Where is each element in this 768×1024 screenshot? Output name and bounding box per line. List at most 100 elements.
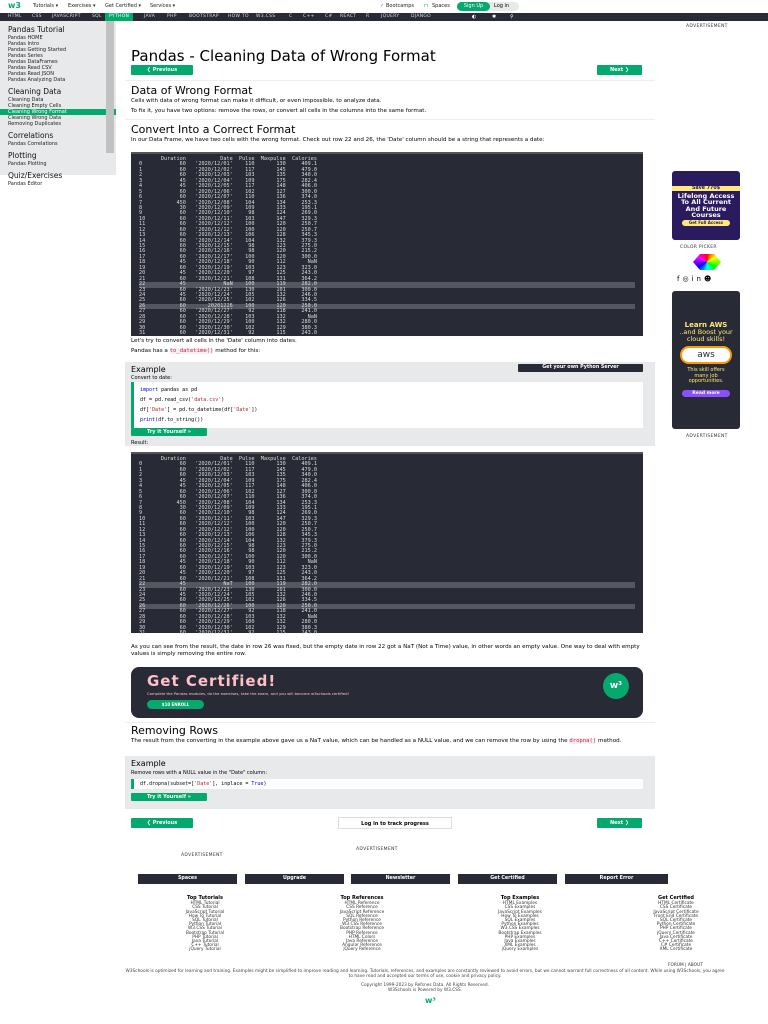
- table-row: 31 60 '2020/12/31' 92 115 243.0: [139, 330, 318, 336]
- paragraph: Let's try to convert all cells in the 'D…: [131, 338, 297, 344]
- social-icons: f◎in☻: [677, 275, 714, 283]
- code-block: import pandas as pd df = pd.read_csv('da…: [131, 382, 643, 428]
- nav-item-sql[interactable]: SQL: [92, 13, 102, 21]
- ad-save-text: Save 770$: [672, 186, 740, 191]
- example-heading: Example: [131, 759, 166, 768]
- example-box: Example Get your own Python Server Conve…: [125, 362, 655, 446]
- linkedin-icon[interactable]: in: [692, 275, 704, 283]
- read-more-button[interactable]: Read more: [682, 389, 730, 397]
- footer-link[interactable]: XML Certificate: [616, 948, 736, 953]
- nav-item-react[interactable]: REACT: [340, 13, 356, 21]
- section-heading-removing-rows: Removing Rows: [131, 724, 218, 737]
- nav-item-django[interactable]: DJANGO: [411, 13, 431, 21]
- footer-link[interactable]: jQuery Reference: [302, 948, 422, 953]
- bootcamps-icon: ✓: [380, 3, 385, 9]
- example-description: Convert to date:: [131, 375, 172, 381]
- code-block: df.dropna(subset=['Date'], inplace = Tru…: [131, 779, 643, 789]
- nav-item-bootstrap[interactable]: BOOTSTRAP: [189, 13, 219, 21]
- paragraph: To fix it, you have two options: remove …: [131, 108, 427, 114]
- cert-title: Get Certified!: [147, 672, 277, 690]
- nav-item-w3css[interactable]: W3.CSS: [256, 13, 275, 21]
- certificate-badge-icon: w³: [603, 673, 629, 699]
- footer-disclaimer: W3Schools is optimized for learning and …: [125, 969, 725, 979]
- nav-item-howto[interactable]: HOW TO: [228, 13, 249, 21]
- menu-get-certified[interactable]: Get Certified ▾: [105, 3, 141, 9]
- sidebar-item[interactable]: Removing Duplicates: [0, 121, 116, 127]
- ad-lifelong-access[interactable]: Save 770$ Lifelong Access To All Current…: [672, 171, 740, 240]
- footer-spaces-button[interactable]: Spaces: [138, 874, 237, 884]
- next-button[interactable]: Next ❯: [597, 818, 642, 828]
- sidebar-item[interactable]: Pandas Analyzing Data: [0, 77, 116, 83]
- enroll-button[interactable]: $10 ENROLL: [147, 700, 204, 709]
- text: method for this:: [213, 348, 261, 354]
- menu-services[interactable]: Services ▾: [150, 3, 175, 9]
- nav-item-c[interactable]: C: [289, 13, 292, 21]
- w3schools-logo[interactable]: w3: [8, 1, 22, 11]
- color-picker-label[interactable]: COLOR PICKER: [680, 245, 717, 250]
- nav-item-r[interactable]: R: [366, 13, 369, 21]
- ad-aws-text: This skill offers many job opportunities…: [687, 367, 725, 384]
- nav-item-html[interactable]: HTML: [8, 13, 22, 21]
- nav-item-javascript[interactable]: JAVASCRIPT: [52, 13, 81, 21]
- footer-get-certified-button[interactable]: Get Certified: [458, 874, 557, 884]
- instagram-icon[interactable]: ◎: [682, 275, 691, 283]
- menu-exercises[interactable]: Exercises ▾: [68, 3, 96, 9]
- nav-item-c[interactable]: C++: [303, 13, 315, 21]
- sidebar-item[interactable]: Pandas Editor: [0, 181, 116, 187]
- menu-tutorials[interactable]: Tutorials ▾: [33, 3, 58, 9]
- footer-link[interactable]: jQuery Tutorial: [145, 948, 265, 953]
- advertisement-label: ADVERTISEMENT: [356, 847, 398, 852]
- color-picker-icon[interactable]: [693, 254, 721, 270]
- footer-logo[interactable]: w³: [425, 996, 436, 1005]
- code-token: df = pd.read_csv(: [140, 397, 192, 403]
- get-python-server-button[interactable]: Get your own Python Server: [518, 364, 643, 372]
- text: The result from the converting in the ex…: [131, 738, 570, 744]
- footer-upgrade-button[interactable]: Upgrade: [245, 874, 344, 884]
- nav-item-python[interactable]: PYTHON: [105, 13, 134, 21]
- nav-item-jquery[interactable]: JQUERY: [381, 13, 399, 21]
- previous-button[interactable]: ❮ Previous: [131, 818, 193, 828]
- sidebar-heading: Plotting: [8, 151, 37, 160]
- search-icon[interactable]: ⚲: [510, 14, 514, 20]
- example-description: Remove rows with a NULL value in the "Da…: [131, 770, 267, 776]
- example-box: Example Remove rows with a NULL value in…: [125, 756, 655, 809]
- ad-learn-aws[interactable]: Learn AWS ..and Boost your cloud skills!…: [672, 291, 740, 429]
- footer-newsletter-button[interactable]: Newsletter: [351, 874, 450, 884]
- footer-link[interactable]: jQuery Examples: [460, 948, 580, 953]
- code-token: (df.to_string()): [155, 417, 204, 423]
- discord-icon[interactable]: ☻: [704, 275, 714, 283]
- dataframe-result: Duration Date Pulse Maxpulse Calories 0 6…: [131, 452, 643, 636]
- dataframe-output: Duration Date Pulse Maxpulse Calories 0 6…: [131, 152, 643, 336]
- track-progress-button[interactable]: Log in to track progress: [338, 817, 452, 829]
- previous-button[interactable]: ❮ Previous: [131, 65, 193, 75]
- footer-report-error-button[interactable]: Report Error: [565, 874, 668, 884]
- advertisement-label: ADVERTISEMENT: [181, 853, 223, 858]
- try-it-yourself-button[interactable]: Try it Yourself »: [131, 428, 207, 436]
- nav-item-java[interactable]: JAVA: [144, 13, 155, 21]
- log-in-button[interactable]: Log in: [494, 3, 509, 9]
- sidebar-item[interactable]: Pandas Plotting: [0, 161, 116, 167]
- paragraph: As you can see from the result, the date…: [131, 644, 640, 657]
- sidebar-item[interactable]: Pandas Correlations: [0, 141, 116, 147]
- aws-logo: aws: [680, 346, 732, 364]
- sidebar-heading: Cleaning Data: [8, 87, 62, 96]
- forum-about-links[interactable]: FORUM | ABOUT: [668, 963, 703, 968]
- code-token: ] = pd.to_datetime(df[: [167, 407, 234, 413]
- inline-code: to_datetime(): [169, 348, 214, 354]
- bootcamps-link[interactable]: Bootcamps: [386, 3, 414, 9]
- cert-text: Complete the Pandas modules, do the exer…: [147, 691, 350, 696]
- settings-icon[interactable]: ✱: [492, 14, 496, 20]
- sign-up-button[interactable]: Sign Up: [457, 2, 490, 11]
- nav-item-c[interactable]: C#: [325, 13, 333, 21]
- spaces-link[interactable]: Spaces: [432, 3, 450, 9]
- sidebar-scrollbar[interactable]: [106, 21, 114, 153]
- spaces-icon: ⊓: [424, 3, 428, 9]
- ad-button[interactable]: Get Full Access: [682, 220, 730, 227]
- next-button[interactable]: Next ❯: [597, 65, 642, 75]
- footer-column: Get Certified HTML Certificate CSS Certifi…: [616, 895, 736, 953]
- nav-item-php[interactable]: PHP: [167, 13, 177, 21]
- try-it-yourself-button[interactable]: Try it Yourself »: [131, 793, 207, 801]
- paragraph: In our Data Frame, we have two cells wit…: [131, 137, 545, 143]
- theme-toggle-icon[interactable]: ◐: [472, 14, 476, 20]
- nav-item-css[interactable]: CSS: [32, 13, 42, 21]
